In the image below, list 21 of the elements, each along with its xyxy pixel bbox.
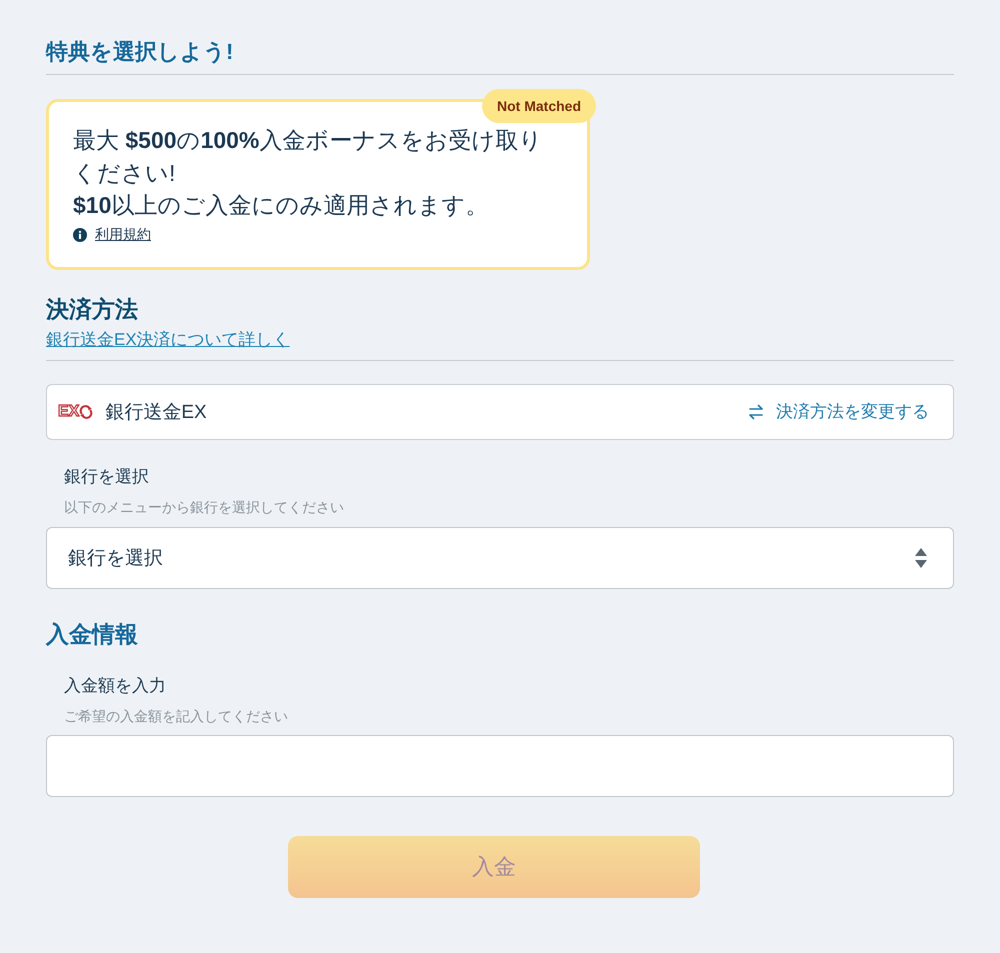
swap-arrows-icon bbox=[748, 404, 764, 420]
info-icon bbox=[73, 228, 87, 242]
field-label: 銀行を選択 bbox=[63, 466, 150, 488]
up-down-arrows-icon bbox=[915, 548, 927, 568]
match-status-badge: Not Matched bbox=[482, 89, 596, 123]
info-link[interactable]: 銀行送金EX決済について詳しく bbox=[46, 328, 290, 350]
field-hint: ご希望の入金額を記入してください bbox=[63, 706, 289, 724]
circular-arrows-icon bbox=[79, 404, 94, 418]
method-name: 銀行送金EX bbox=[105, 400, 207, 424]
section-heading: 決済方法 bbox=[46, 296, 138, 322]
bank-select[interactable]: 銀行を選択 bbox=[46, 526, 954, 588]
section-heading: 入金情報 bbox=[46, 620, 138, 646]
change-method-link[interactable]: 決済方法を変更する bbox=[748, 400, 929, 423]
field-label: 入金額を入力 bbox=[63, 674, 167, 696]
offer-text: $10以上のご入金にのみ適用されます。 bbox=[73, 191, 490, 220]
field-hint: 以下のメニューから銀行を選択してください bbox=[63, 498, 345, 516]
logo-text: EX bbox=[58, 402, 80, 420]
section-heading: 特典を選択しよう! bbox=[46, 39, 234, 65]
amount-input[interactable] bbox=[46, 734, 954, 796]
terms-link[interactable]: 利用規約 bbox=[95, 226, 151, 244]
offer-text: 最大 $500の100%入金ボーナスをお受け取りください! bbox=[73, 126, 544, 188]
